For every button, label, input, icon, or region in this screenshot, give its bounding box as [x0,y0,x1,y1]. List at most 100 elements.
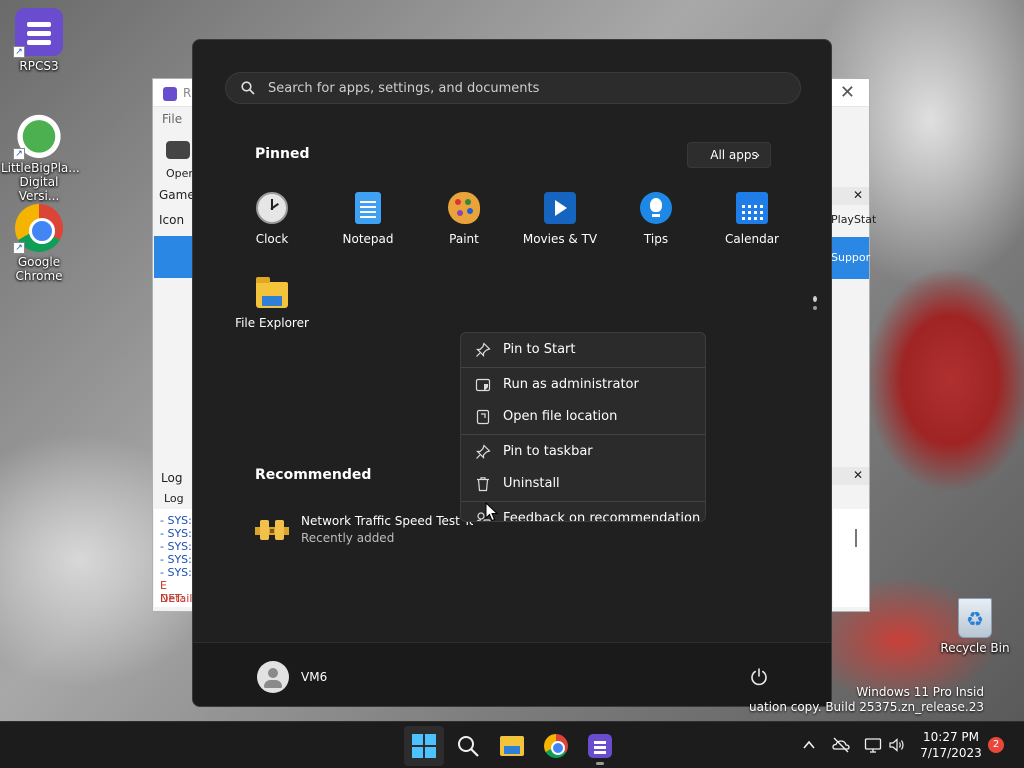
log-tab[interactable]: Log [164,492,184,505]
taskbar: 10:27 PM 7/17/2023 2 [0,721,1024,768]
toolbar-open-label[interactable]: Oper [166,167,193,180]
pinned-app-label: Calendar [725,232,779,246]
desktop-icon-label: Recycle Bin [940,641,1010,655]
menu-item-pin-to-start[interactable]: Pin to Start [465,335,703,365]
start-menu-footer: VM6 [193,642,831,706]
menu-item-open-file-location[interactable]: Open file location [465,402,703,432]
taskbar-start-button[interactable] [404,726,444,766]
desktop-icon-label: Chrome [15,269,63,283]
open-icon [166,141,190,159]
folder-open-icon [476,409,490,425]
desktop-icon-littlebigplanet[interactable]: ↗ LittleBigPla... Digital Versi... [1,110,80,203]
menu-item-run-as-administrator[interactable]: Run as administrator [465,370,703,400]
windows-start-icon [412,734,436,758]
trash-icon [477,477,489,492]
start-search-box[interactable] [225,72,801,104]
taskbar-chrome[interactable] [536,726,576,766]
recommended-heading: Recommended [255,467,372,483]
user-name[interactable]: VM6 [301,670,327,684]
log-scroll-area[interactable] [833,509,869,607]
column-game[interactable]: Game [159,188,195,202]
pinned-app-notepad[interactable]: Notepad [320,192,416,268]
paint-icon [448,192,480,224]
clock-time: 10:27 PM [923,730,979,744]
mouse-cursor-icon [485,502,499,522]
desktop-icon-label: LittleBigPla... [1,161,80,175]
onedrive-offline-icon[interactable] [832,736,850,754]
recommended-item-subtitle: Recently added [301,531,395,545]
close-icon[interactable]: ✕ [840,82,855,103]
power-icon[interactable] [749,667,769,687]
pinned-app-label: Clock [255,232,289,246]
taskbar-search-button[interactable] [448,726,488,766]
menu-item-uninstall[interactable]: Uninstall [465,469,703,499]
menu-separator [461,367,705,368]
page-dot-active[interactable] [813,296,817,302]
windows-edition-watermark: Windows 11 Pro Insid [856,685,984,699]
menu-separator [461,434,705,435]
taskbar-rpcs3[interactable] [580,726,620,766]
menu-file[interactable]: File [162,112,182,126]
support-row[interactable]: Suppor [831,237,870,279]
scrollbar-thumb[interactable] [855,529,857,547]
notification-badge[interactable]: 2 [988,737,1004,753]
close-icon[interactable]: ✕ [853,468,863,482]
pinned-app-movies-tv[interactable]: Movies & TV [512,192,608,268]
file-explorer-icon [500,736,524,756]
log-line: - SYS: [160,540,192,553]
page-dot[interactable] [813,306,817,310]
pinned-app-tips[interactable]: Tips [608,192,704,268]
selected-game-row[interactable] [154,236,192,278]
menu-item-label: Feedback on recommendation [503,511,701,522]
start-search-input[interactable] [268,73,788,103]
pinned-page-indicator[interactable] [813,296,819,314]
taskbar-clock[interactable]: 10:27 PM 7/17/2023 [916,729,986,761]
pinned-app-label: Tips [643,232,669,246]
menu-item-label: Uninstall [503,476,560,491]
search-icon [458,736,479,757]
search-icon [241,81,255,95]
network-icon[interactable] [864,736,882,754]
admin-shield-icon [475,378,491,392]
dock-float-close[interactable]: ✕ [831,187,869,205]
pinned-app-calendar[interactable]: Calendar [704,192,800,268]
column-playstation[interactable]: PlayStat [831,213,876,226]
taskbar-file-explorer[interactable] [492,726,532,766]
log-line: - SYS: [160,566,192,579]
pinned-app-label: Paint [449,232,479,246]
menu-item-pin-to-taskbar[interactable]: Pin to taskbar [465,437,703,467]
desktop-icon-label: Google [17,255,61,269]
desktop-icon-rpcs3[interactable]: ↗ RPCS3 [1,8,77,73]
rpcs3-icon [588,734,612,758]
log-dock-close[interactable]: ✕ [831,467,869,485]
pinned-app-file-explorer[interactable]: File Explorer [224,276,320,352]
desktop-icon-label: Digital Versi... [18,175,60,203]
menu-item-label: Pin to Start [503,342,576,357]
pinned-app-paint[interactable]: Paint [416,192,512,268]
column-icon[interactable]: Icon [159,213,184,227]
all-apps-label: All apps [710,148,758,162]
pinned-app-clock[interactable]: Clock [224,192,320,268]
file-explorer-icon [256,277,288,308]
menu-item-label: Run as administrator [503,377,639,392]
all-apps-button[interactable]: All apps › [687,142,771,168]
close-icon[interactable]: ✕ [853,188,863,202]
notepad-icon [355,192,381,224]
chevron-up-icon[interactable] [802,739,816,751]
shortcut-arrow-icon: ↗ [13,46,25,58]
menu-item-label: Open file location [503,409,618,424]
desktop-icon-google-chrome[interactable]: ↗ Google Chrome [1,204,77,283]
menu-item-feedback-on-recommendation[interactable]: Feedback on recommendation [465,504,703,522]
log-line: - SYS: [160,553,192,566]
window-title: R [183,86,192,100]
desktop-icon-recycle-bin[interactable]: ♻ Recycle Bin [937,598,1013,655]
menu-item-label: Pin to taskbar [503,444,593,459]
volume-icon[interactable] [888,736,906,754]
rpcs3-icon: ↗ [13,8,63,58]
log-line: - SYS: [160,514,192,527]
chevron-right-icon: › [755,148,760,162]
user-avatar[interactable] [257,661,289,693]
log-panel-title: Log [161,471,183,485]
pinned-app-label: Movies & TV [522,232,598,246]
recommended-item-title: Network Traffic Speed Test To... [301,514,473,528]
